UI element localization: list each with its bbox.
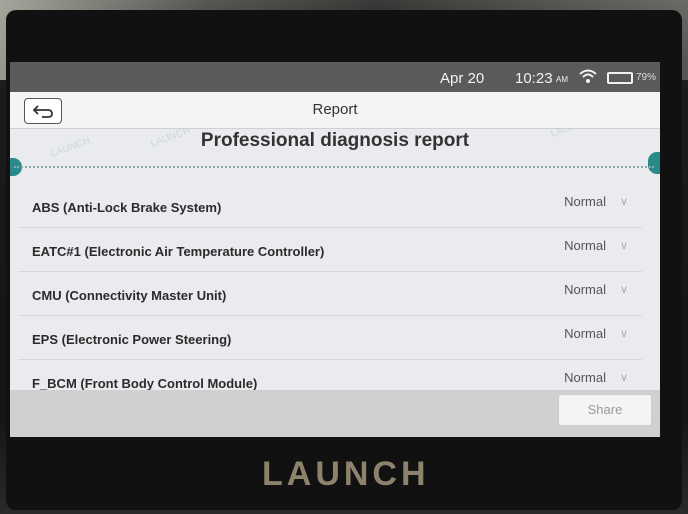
system-name: EATC#1 (Electronic Air Temperature Contr… bbox=[32, 244, 325, 259]
report-heading: Professional diagnosis report bbox=[200, 130, 470, 151]
page-title: Report bbox=[312, 101, 358, 118]
system-name: F_BCM (Front Body Control Module) bbox=[32, 376, 258, 391]
status-bar: Apr 20 10:23 AM 79% bbox=[10, 62, 660, 92]
battery-level: 79% bbox=[636, 72, 657, 83]
status-value[interactable]: Normal bbox=[564, 326, 606, 341]
status-value[interactable]: Normal bbox=[564, 282, 606, 297]
system-list: ABS (Anti-Lock Brake System) Normal ∨ EA… bbox=[18, 184, 642, 403]
list-item[interactable]: EATC#1 (Electronic Air Temperature Contr… bbox=[18, 228, 642, 272]
system-name: EPS (Electronic Power Steering) bbox=[32, 332, 232, 347]
status-date: Apr 20 bbox=[440, 70, 485, 87]
title-bar: Report bbox=[10, 92, 660, 129]
status-value[interactable]: Normal bbox=[564, 194, 606, 209]
wifi-icon bbox=[579, 69, 597, 83]
chevron-down-icon[interactable]: ∨ bbox=[620, 283, 628, 296]
chevron-down-icon[interactable]: ∨ bbox=[620, 327, 628, 340]
bottom-bar: Share bbox=[10, 390, 660, 437]
chevron-down-icon[interactable]: ∨ bbox=[620, 239, 628, 252]
system-name: ABS (Anti-Lock Brake System) bbox=[32, 200, 222, 215]
list-item[interactable]: CMU (Connectivity Master Unit) Normal ∨ bbox=[18, 272, 642, 316]
status-ampm: AM bbox=[556, 75, 568, 84]
status-time: 10:23 bbox=[515, 70, 553, 87]
status-value[interactable]: Normal bbox=[564, 370, 606, 385]
brand-logo: LAUNCH bbox=[262, 455, 430, 493]
system-name: CMU (Connectivity Master Unit) bbox=[32, 288, 227, 303]
battery-icon bbox=[607, 72, 633, 84]
chevron-down-icon[interactable]: ∨ bbox=[620, 195, 628, 208]
status-value[interactable]: Normal bbox=[564, 238, 606, 253]
share-button[interactable]: Share bbox=[558, 394, 652, 426]
list-item[interactable]: ABS (Anti-Lock Brake System) Normal ∨ bbox=[18, 184, 642, 228]
dotted-divider bbox=[14, 166, 654, 168]
chevron-down-icon[interactable]: ∨ bbox=[620, 371, 628, 384]
right-notch bbox=[648, 152, 660, 174]
list-item[interactable]: EPS (Electronic Power Steering) Normal ∨ bbox=[18, 316, 642, 360]
